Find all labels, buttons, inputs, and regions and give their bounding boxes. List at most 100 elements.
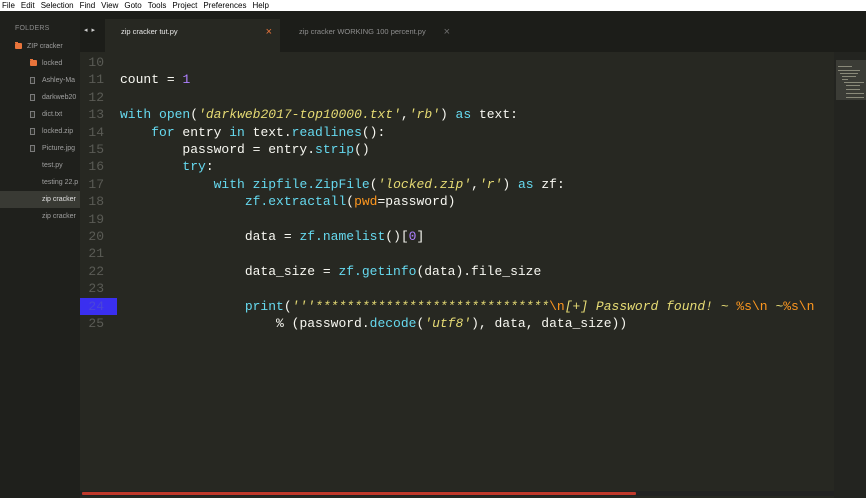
minimap-line [842, 76, 856, 77]
code-token: with [120, 107, 152, 123]
sidebar-item-label: test.py [42, 162, 63, 169]
folder-icon [30, 59, 37, 66]
code-token: data_size = [120, 263, 339, 279]
sidebar-item-label: dict.txt [42, 111, 63, 118]
sidebar-item-file[interactable]: test.py [0, 157, 80, 174]
tab-bar: ◂ ▸ zip cracker tut.py × zip cracker WOR… [80, 11, 866, 52]
code-token: % [276, 316, 292, 331]
line-number: 21 [88, 246, 104, 262]
code-token: ()[ [385, 229, 409, 244]
code-token: (): [361, 124, 386, 140]
line-number: 22 [88, 263, 104, 279]
sidebar-item-label: Ashley-Ma [42, 77, 76, 84]
code-token: count [120, 72, 167, 88]
minimap-line [842, 79, 848, 80]
menu-selection[interactable]: Selection [38, 0, 77, 11]
minimap-line [846, 97, 864, 98]
code-token: '''****************************** [291, 298, 550, 314]
code-token: 'r' [478, 176, 503, 192]
menu-help[interactable]: Help [249, 0, 271, 11]
code-editor[interactable]: count = 1 with open('darkweb2017-top10000… [120, 52, 834, 492]
sidebar-item-file[interactable]: darkweb20 [0, 89, 80, 106]
code-line: data = zf.namelist()[0] [120, 228, 424, 245]
menu-find[interactable]: Find [77, 0, 99, 11]
tab-label: zip cracker WORKING 100 percent.py [299, 27, 426, 36]
sidebar-item-file[interactable]: dict.txt [0, 106, 80, 123]
horizontal-scrollbar-thumb[interactable] [82, 492, 636, 495]
menu-tools[interactable]: Tools [145, 0, 170, 11]
sidebar: FOLDERS ZIP cracker locked Ashley-Ma darkwe… [0, 11, 80, 498]
menu-project[interactable]: Project [169, 0, 200, 11]
code-token: ( [346, 194, 355, 210]
code-line: print('''******************************\… [120, 298, 815, 315]
sidebar-item-file[interactable]: zip cracker [0, 208, 80, 225]
code-token: = [166, 72, 175, 88]
sidebar-item-file[interactable]: locked.zip [0, 123, 80, 140]
code-token: ) [502, 176, 518, 192]
sidebar-item-label: ZIP cracker [27, 43, 63, 50]
menu-bar: File Edit Selection Find View Goto Tools Projec… [0, 0, 866, 11]
code-token: zf.extractall [244, 194, 347, 210]
menu-goto[interactable]: Goto [121, 0, 144, 11]
line-number: 16 [88, 159, 104, 175]
line-number: 12 [88, 89, 104, 105]
code-token: ) [439, 107, 456, 123]
sidebar-item-file[interactable]: zip cracker [0, 191, 80, 208]
sidebar-item-label: testing 22.p [42, 179, 79, 186]
line-number: 15 [88, 142, 104, 157]
line-number: 20 [88, 229, 104, 244]
code-token: ( [369, 176, 378, 192]
minimap-line [846, 89, 860, 90]
tab-nav-arrows[interactable]: ◂ ▸ [84, 26, 96, 34]
sidebar-item-file[interactable]: testing 22.p [0, 174, 80, 191]
tab-label: zip cracker tut.py [121, 27, 178, 36]
code-token: ] [416, 229, 425, 244]
sidebar-item-file[interactable]: Picture.jpg [0, 140, 80, 157]
line-number: 23 [88, 281, 104, 297]
tab-zip-cracker-tut[interactable]: zip cracker tut.py × [105, 19, 280, 52]
sidebar-item-folder[interactable]: ZIP cracker [0, 38, 80, 55]
line-number: 24 [80, 297, 117, 315]
tab-close-icon[interactable]: × [266, 19, 272, 45]
code-token: text: [471, 107, 518, 123]
code-token: for [151, 124, 175, 140]
minimap[interactable] [834, 52, 866, 498]
code-token: 1 [182, 72, 191, 88]
code-token: try [182, 159, 206, 175]
sidebar-item-folder[interactable]: locked [0, 55, 80, 72]
menu-view[interactable]: View [98, 0, 121, 11]
code-token: strip [315, 142, 355, 157]
sidebar-item-label: darkweb20 [42, 94, 77, 101]
code-token: =password) [377, 194, 456, 210]
folder-icon [15, 42, 22, 49]
tab-zip-cracker-working[interactable]: zip cracker WORKING 100 percent.py × [283, 19, 458, 52]
sidebar-item-label: zip cracker [42, 213, 76, 220]
code-token: 'darkweb2017-top10000.txt' [198, 107, 401, 123]
menu-edit[interactable]: Edit [18, 0, 38, 11]
code-token: \n [549, 298, 565, 314]
code-token: text. [244, 124, 292, 140]
minimap-line [846, 93, 864, 94]
tab-close-icon[interactable]: × [444, 19, 450, 45]
code-token: as [455, 107, 472, 123]
code-token: \n [798, 298, 815, 314]
code-token: ( [283, 298, 292, 314]
sidebar-item-file[interactable]: Ashley-Ma [0, 72, 80, 89]
sidebar-item-label: zip cracker [42, 196, 76, 203]
menu-file[interactable]: File [0, 0, 18, 11]
code-token: password = entry. [120, 142, 316, 157]
line-number-gutter: 10 11 12 13 14 15 16 17 18 19 20 21 22 23 24 25 [80, 52, 117, 498]
code-token: %s [736, 298, 752, 314]
menu-preferences[interactable]: Preferences [200, 0, 249, 11]
code-token: decode [369, 316, 417, 331]
file-icon [30, 145, 35, 152]
code-token: readlines [291, 124, 362, 140]
line-number: 25 [88, 316, 104, 331]
file-icon [30, 77, 35, 84]
